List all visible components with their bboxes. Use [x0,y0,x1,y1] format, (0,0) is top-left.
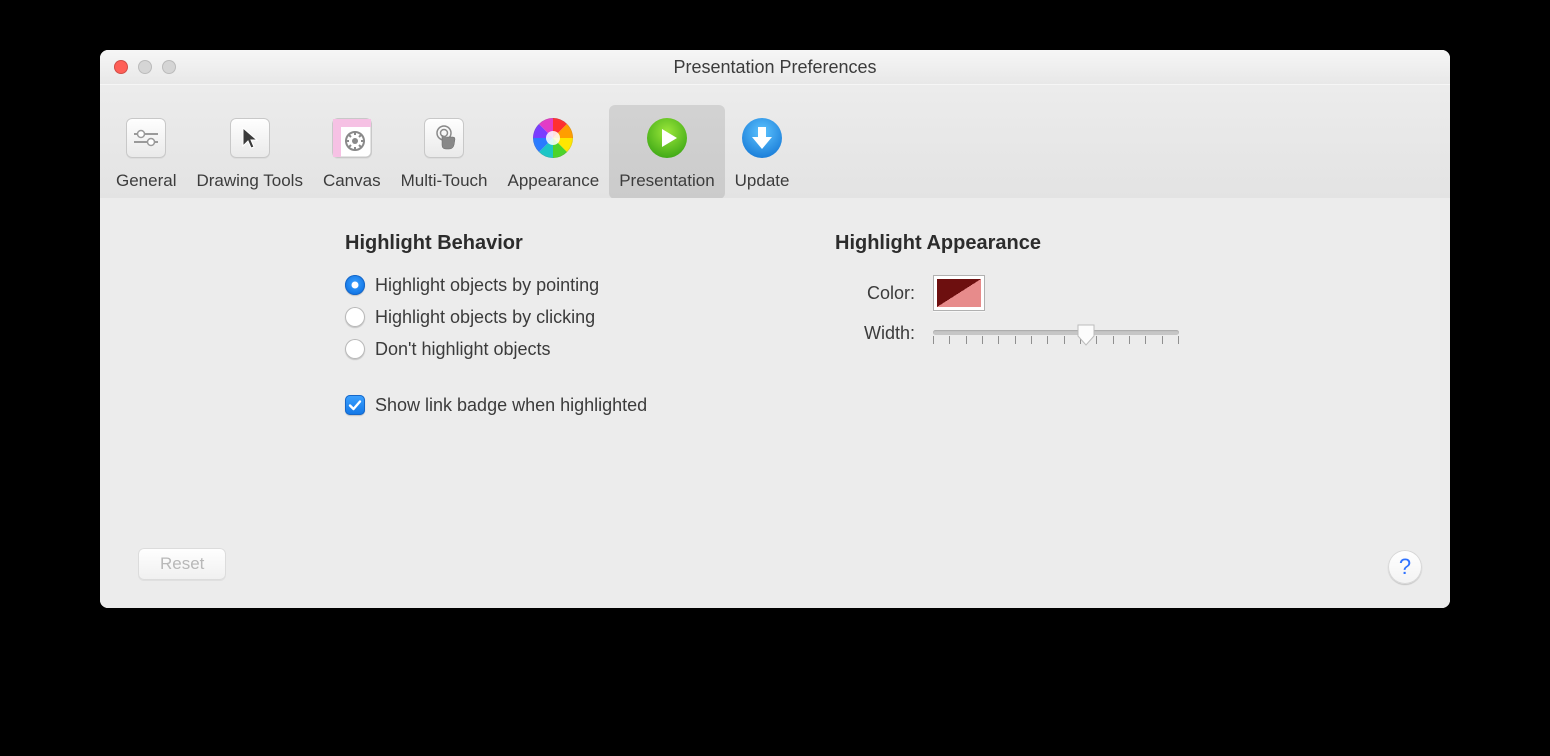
section-title-behavior: Highlight Behavior [345,232,835,255]
section-title-appearance: Highlight Appearance [835,232,1255,255]
titlebar: Presentation Preferences [100,50,1450,85]
width-label: Width: [835,323,915,344]
color-label: Color: [835,283,915,304]
reset-label: Reset [160,554,204,574]
toolbar-label: Presentation [619,171,714,191]
radio-highlight-none[interactable]: Don't highlight objects [345,335,835,363]
highlight-appearance-section: Highlight Appearance Color: Width: [835,232,1255,421]
color-wheel-icon [526,111,580,165]
play-icon [640,111,694,165]
preferences-window: Presentation Preferences General [100,50,1450,608]
toolbar-item-drawing-tools[interactable]: Drawing Tools [186,105,312,199]
color-row: Color: [835,275,1255,311]
help-button[interactable]: ? [1388,550,1422,584]
toolbar-label: Appearance [508,171,600,191]
toolbar-item-presentation[interactable]: Presentation [609,105,724,199]
checkbox-show-link-badge[interactable]: Show link badge when highlighted [345,391,835,419]
radio-icon [345,275,365,295]
width-row: Width: [835,323,1255,344]
radio-icon [345,339,365,359]
toolbar-label: Update [735,171,790,191]
color-well[interactable] [933,275,985,311]
width-slider[interactable] [933,324,1179,344]
toolbar-label: General [116,171,176,191]
canvas-icon [325,111,379,165]
highlight-behavior-section: Highlight Behavior Highlight objects by … [345,232,835,421]
toolbar-item-multi-touch[interactable]: Multi-Touch [391,105,498,199]
radio-label: Don't highlight objects [375,335,551,363]
toolbar-label: Multi-Touch [401,171,488,191]
color-swatch-icon [937,279,981,307]
download-icon [735,111,789,165]
zoom-window-button[interactable] [162,60,176,74]
help-label: ? [1399,554,1411,580]
toolbar-item-update[interactable]: Update [725,105,800,199]
window-controls [114,60,176,74]
reset-button[interactable]: Reset [138,548,226,580]
slider-ticks [933,336,1179,344]
sliders-icon [119,111,173,165]
content-pane: Highlight Behavior Highlight objects by … [100,198,1450,608]
toolbar-item-appearance[interactable]: Appearance [498,105,610,199]
cursor-icon [223,111,277,165]
touch-icon [417,111,471,165]
close-window-button[interactable] [114,60,128,74]
toolbar-label: Canvas [323,171,381,191]
toolbar: General Drawing Tools [100,85,1450,200]
toolbar-label: Drawing Tools [196,171,302,191]
radio-label: Highlight objects by pointing [375,271,599,299]
toolbar-item-canvas[interactable]: Canvas [313,105,391,199]
checkbox-icon [345,395,365,415]
toolbar-item-general[interactable]: General [106,105,186,199]
radio-highlight-pointing[interactable]: Highlight objects by pointing [345,271,835,299]
slider-track [933,330,1179,335]
minimize-window-button[interactable] [138,60,152,74]
radio-highlight-clicking[interactable]: Highlight objects by clicking [345,303,835,331]
radio-icon [345,307,365,327]
checkbox-label: Show link badge when highlighted [375,391,647,419]
window-title: Presentation Preferences [100,50,1450,84]
radio-label: Highlight objects by clicking [375,303,595,331]
